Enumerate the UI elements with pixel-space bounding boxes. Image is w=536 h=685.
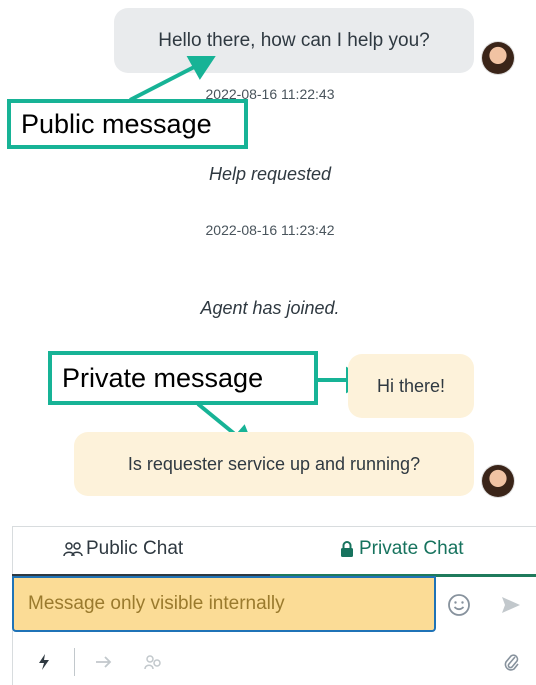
emoji-icon: [448, 594, 470, 616]
attach-button[interactable]: [500, 650, 524, 674]
emoji-button[interactable]: [444, 590, 474, 620]
forward-button[interactable]: [92, 650, 116, 674]
send-button[interactable]: [496, 590, 526, 620]
toolbar-separator: [74, 648, 75, 676]
public-arrow-head: [186, 56, 216, 80]
public-arrow-line: [129, 62, 201, 102]
shortcut-icon: [39, 654, 49, 670]
system-help-requested: Help requested: [208, 164, 332, 184]
tab-public-chat[interactable]: Public Chat: [62, 538, 183, 560]
public-message-callout: Public message: [7, 99, 248, 149]
tab-private-chat-label: Private Chat: [359, 538, 464, 559]
attach-icon: [504, 654, 519, 671]
private-message-text-2: Is requester service up and running?: [127, 453, 421, 474]
public-message-callout-label: Public message: [21, 108, 212, 139]
system-agent-joined: Agent has joined.: [200, 298, 340, 318]
forward-icon: [96, 656, 112, 668]
users-icon: [63, 542, 83, 557]
private-message-callout-label: Private message: [62, 362, 264, 393]
message-input[interactable]: [12, 576, 436, 632]
private-message-bubble-1: Hi there!: [348, 354, 474, 418]
tab-public-chat-label: Public Chat: [86, 538, 184, 559]
shortcut-button[interactable]: [32, 650, 56, 674]
lock-icon: [341, 541, 353, 557]
agent-avatar-2: [482, 465, 514, 497]
private-message-callout: Private message: [48, 351, 318, 405]
tab-private-chat[interactable]: Private Chat: [337, 538, 464, 560]
private-message-text-1: Hi there!: [376, 375, 446, 396]
private-message-bubble-2: Is requester service up and running?: [74, 432, 474, 496]
system-timestamp: 2022-08-16 11:23:42: [205, 222, 335, 238]
users-button[interactable]: [140, 650, 168, 674]
users-icon-toolbar: [144, 655, 161, 670]
send-icon: [502, 597, 520, 613]
